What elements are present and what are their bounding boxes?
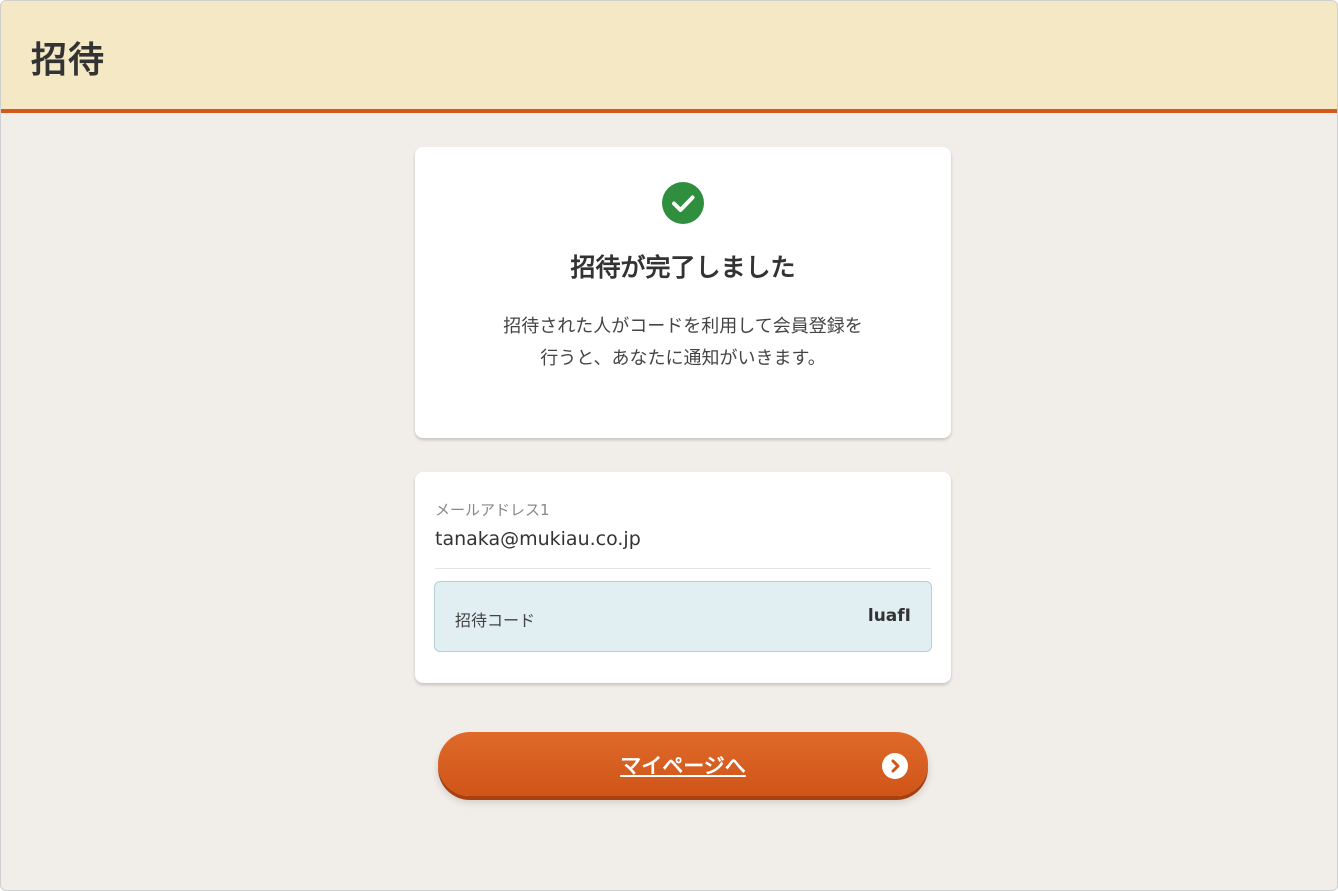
mypage-button[interactable]: マイページへ <box>438 732 928 796</box>
chevron-right-circle-icon <box>882 753 908 779</box>
invite-code-box: 招待コード luafI <box>434 581 932 652</box>
divider <box>435 568 931 569</box>
app-window: 招待 招待が完了しました 招待された人がコードを利用して会員登録を行うと、あなた… <box>0 0 1338 891</box>
email-label: メールアドレス1 <box>435 501 550 519</box>
page-title: 招待 <box>31 40 106 81</box>
invite-code-label: 招待コード <box>455 611 536 630</box>
check-circle-icon <box>662 182 704 224</box>
invite-code-value: luafI <box>867 606 911 626</box>
page-header: 招待 <box>1 1 1337 113</box>
completion-message: 招待された人がコードを利用して会員登録を行うと、あなたに通知がいきます。 <box>503 316 863 369</box>
mypage-button-label: マイページへ <box>620 754 746 778</box>
completion-title: 招待が完了しました <box>570 253 796 282</box>
email-value: tanaka@mukiau.co.jp <box>435 528 641 550</box>
